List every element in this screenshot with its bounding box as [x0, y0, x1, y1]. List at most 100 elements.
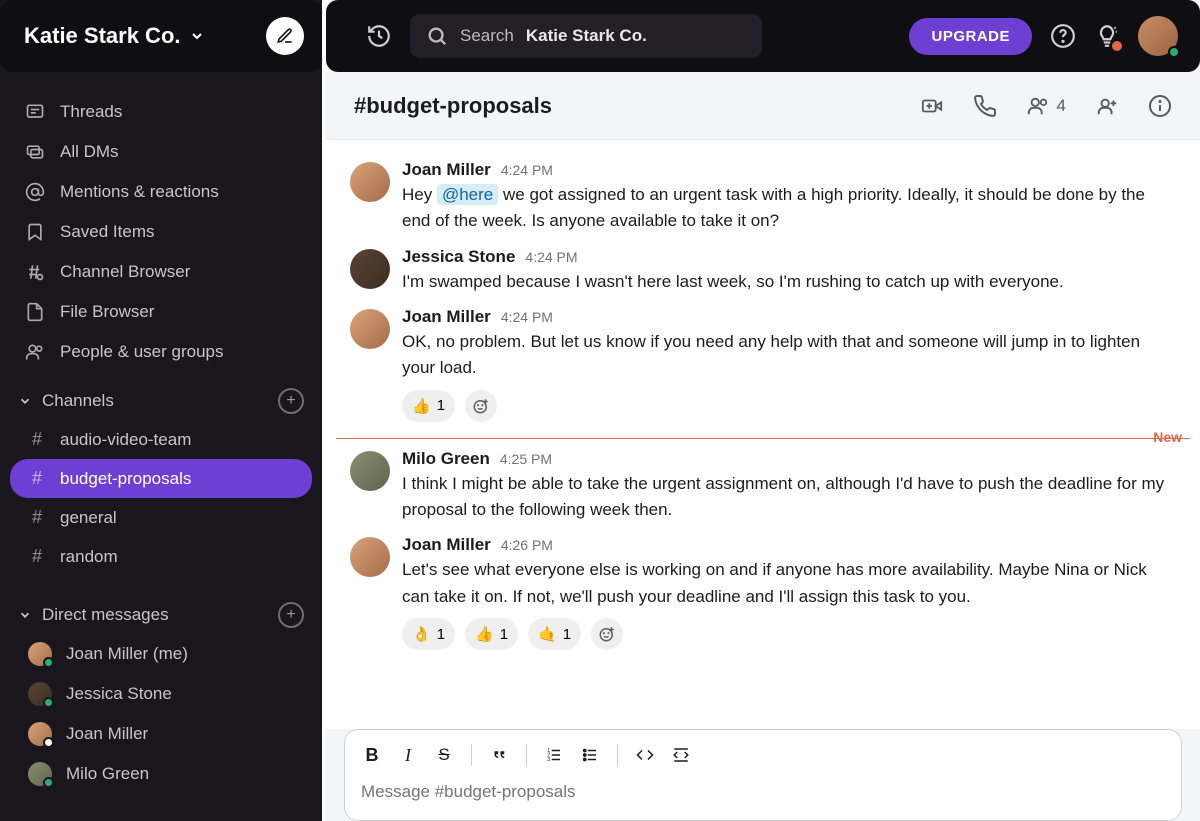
members-icon	[1025, 95, 1051, 117]
channel-name: general	[60, 508, 117, 528]
message-author[interactable]: Joan Miller	[402, 307, 491, 327]
add-emoji-icon	[598, 625, 616, 643]
channel-item-general[interactable]: #general	[10, 498, 312, 537]
emoji: 🤙	[538, 625, 557, 643]
dm-name: Joan Miller (me)	[66, 644, 188, 664]
message-text: Hey @here we got assigned to an urgent t…	[402, 182, 1176, 235]
nav-threads[interactable]: Threads	[10, 92, 312, 132]
strikethrough-button[interactable]: S	[433, 745, 455, 765]
hash-icon: #	[28, 429, 46, 450]
avatar[interactable]	[350, 309, 390, 349]
upgrade-button[interactable]: UPGRADE	[909, 18, 1032, 55]
reaction[interactable]: 👍1	[402, 390, 455, 422]
message-text: I think I might be able to take the urge…	[402, 471, 1176, 524]
new-label: New	[1153, 429, 1182, 445]
member-count-button[interactable]: 4	[1025, 95, 1066, 117]
nav-label: Threads	[60, 102, 122, 122]
message: Jessica Stone4:24 PMI'm swamped because …	[336, 241, 1190, 301]
workspace-switcher[interactable]: Katie Stark Co.	[24, 23, 205, 49]
reaction-count: 1	[437, 397, 445, 414]
start-call-button[interactable]	[973, 94, 997, 118]
add-channel-button[interactable]: +	[278, 388, 304, 414]
avatar[interactable]	[350, 451, 390, 491]
nav-mentions[interactable]: Mentions & reactions	[10, 172, 312, 212]
mention[interactable]: @here	[437, 184, 498, 205]
chevron-down-icon	[18, 608, 32, 622]
emoji: 👌	[412, 625, 431, 643]
search-icon	[426, 25, 448, 47]
avatar	[28, 642, 52, 666]
channel-item-budget-proposals[interactable]: #budget-proposals	[10, 459, 312, 498]
history-button[interactable]	[366, 23, 392, 49]
threads-icon	[24, 102, 46, 122]
start-video-call-button[interactable]	[919, 95, 945, 117]
quote-button[interactable]	[488, 746, 510, 764]
channel-item-random[interactable]: #random	[10, 537, 312, 576]
code-block-button[interactable]	[670, 746, 692, 764]
presence-indicator	[43, 697, 54, 708]
dm-item[interactable]: Joan Miller	[10, 714, 312, 754]
reaction[interactable]: 🤙1	[528, 618, 581, 650]
reaction[interactable]: 👌1	[402, 618, 455, 650]
unordered-list-button[interactable]	[579, 746, 601, 764]
channels-section-toggle[interactable]: Channels	[18, 391, 114, 411]
hash-icon: #	[28, 546, 46, 567]
presence-indicator	[43, 737, 54, 748]
search-prefix: Search	[460, 26, 514, 46]
message-author[interactable]: Milo Green	[402, 449, 490, 469]
emoji: 👍	[412, 397, 431, 415]
nav-label: Mentions & reactions	[60, 182, 219, 202]
channel-item-audio-video-team[interactable]: #audio-video-team	[10, 420, 312, 459]
message-author[interactable]: Joan Miller	[402, 160, 491, 180]
chevron-down-icon	[189, 28, 205, 44]
add-person-icon	[1094, 95, 1120, 117]
avatar[interactable]	[350, 162, 390, 202]
bookmark-icon	[24, 222, 46, 242]
avatar[interactable]	[350, 537, 390, 577]
add-reaction-button[interactable]	[465, 390, 497, 422]
italic-button[interactable]: I	[397, 745, 419, 766]
message-author[interactable]: Joan Miller	[402, 535, 491, 555]
search-input[interactable]: Search Katie Stark Co.	[410, 14, 762, 58]
message-composer[interactable]: B I S 123	[344, 729, 1182, 821]
workspace-name: Katie Stark Co.	[24, 23, 181, 49]
add-reaction-button[interactable]	[591, 618, 623, 650]
message-input[interactable]	[359, 776, 1167, 802]
bold-button[interactable]: B	[361, 745, 383, 766]
phone-icon	[973, 94, 997, 118]
help-button[interactable]	[1050, 23, 1076, 49]
user-avatar[interactable]	[1138, 16, 1178, 56]
avatar	[28, 762, 52, 786]
emoji: 👍	[475, 625, 494, 643]
nav-all-dms[interactable]: All DMs	[10, 132, 312, 172]
reaction-count: 1	[563, 626, 571, 643]
nav-file-browser[interactable]: File Browser	[10, 292, 312, 332]
whats-new-button[interactable]	[1094, 23, 1120, 49]
dm-item[interactable]: Milo Green	[10, 754, 312, 794]
nav-saved[interactable]: Saved Items	[10, 212, 312, 252]
channel-title[interactable]: #budget-proposals	[354, 93, 552, 119]
add-emoji-icon	[472, 397, 490, 415]
nav-channel-browser[interactable]: Channel Browser	[10, 252, 312, 292]
compose-button[interactable]	[266, 17, 304, 55]
message-text: OK, no problem. But let us know if you n…	[402, 329, 1176, 382]
message-author[interactable]: Jessica Stone	[402, 247, 515, 267]
add-member-button[interactable]	[1094, 95, 1120, 117]
nav-people[interactable]: People & user groups	[10, 332, 312, 372]
avatar[interactable]	[350, 249, 390, 289]
reaction[interactable]: 👍1	[465, 618, 518, 650]
at-icon	[24, 182, 46, 202]
add-dm-button[interactable]: +	[278, 602, 304, 628]
ordered-list-button[interactable]: 123	[543, 746, 565, 764]
info-icon	[1148, 94, 1172, 118]
message-timestamp: 4:24 PM	[501, 309, 553, 325]
new-messages-divider: New	[336, 438, 1190, 439]
nav-label: Channel Browser	[60, 262, 190, 282]
dm-name: Jessica Stone	[66, 684, 172, 704]
channel-details-button[interactable]	[1148, 94, 1172, 118]
dms-section-toggle[interactable]: Direct messages	[18, 605, 169, 625]
code-button[interactable]	[634, 746, 656, 764]
dm-item[interactable]: Joan Miller (me)	[10, 634, 312, 674]
hash-search-icon	[24, 262, 46, 282]
dm-item[interactable]: Jessica Stone	[10, 674, 312, 714]
